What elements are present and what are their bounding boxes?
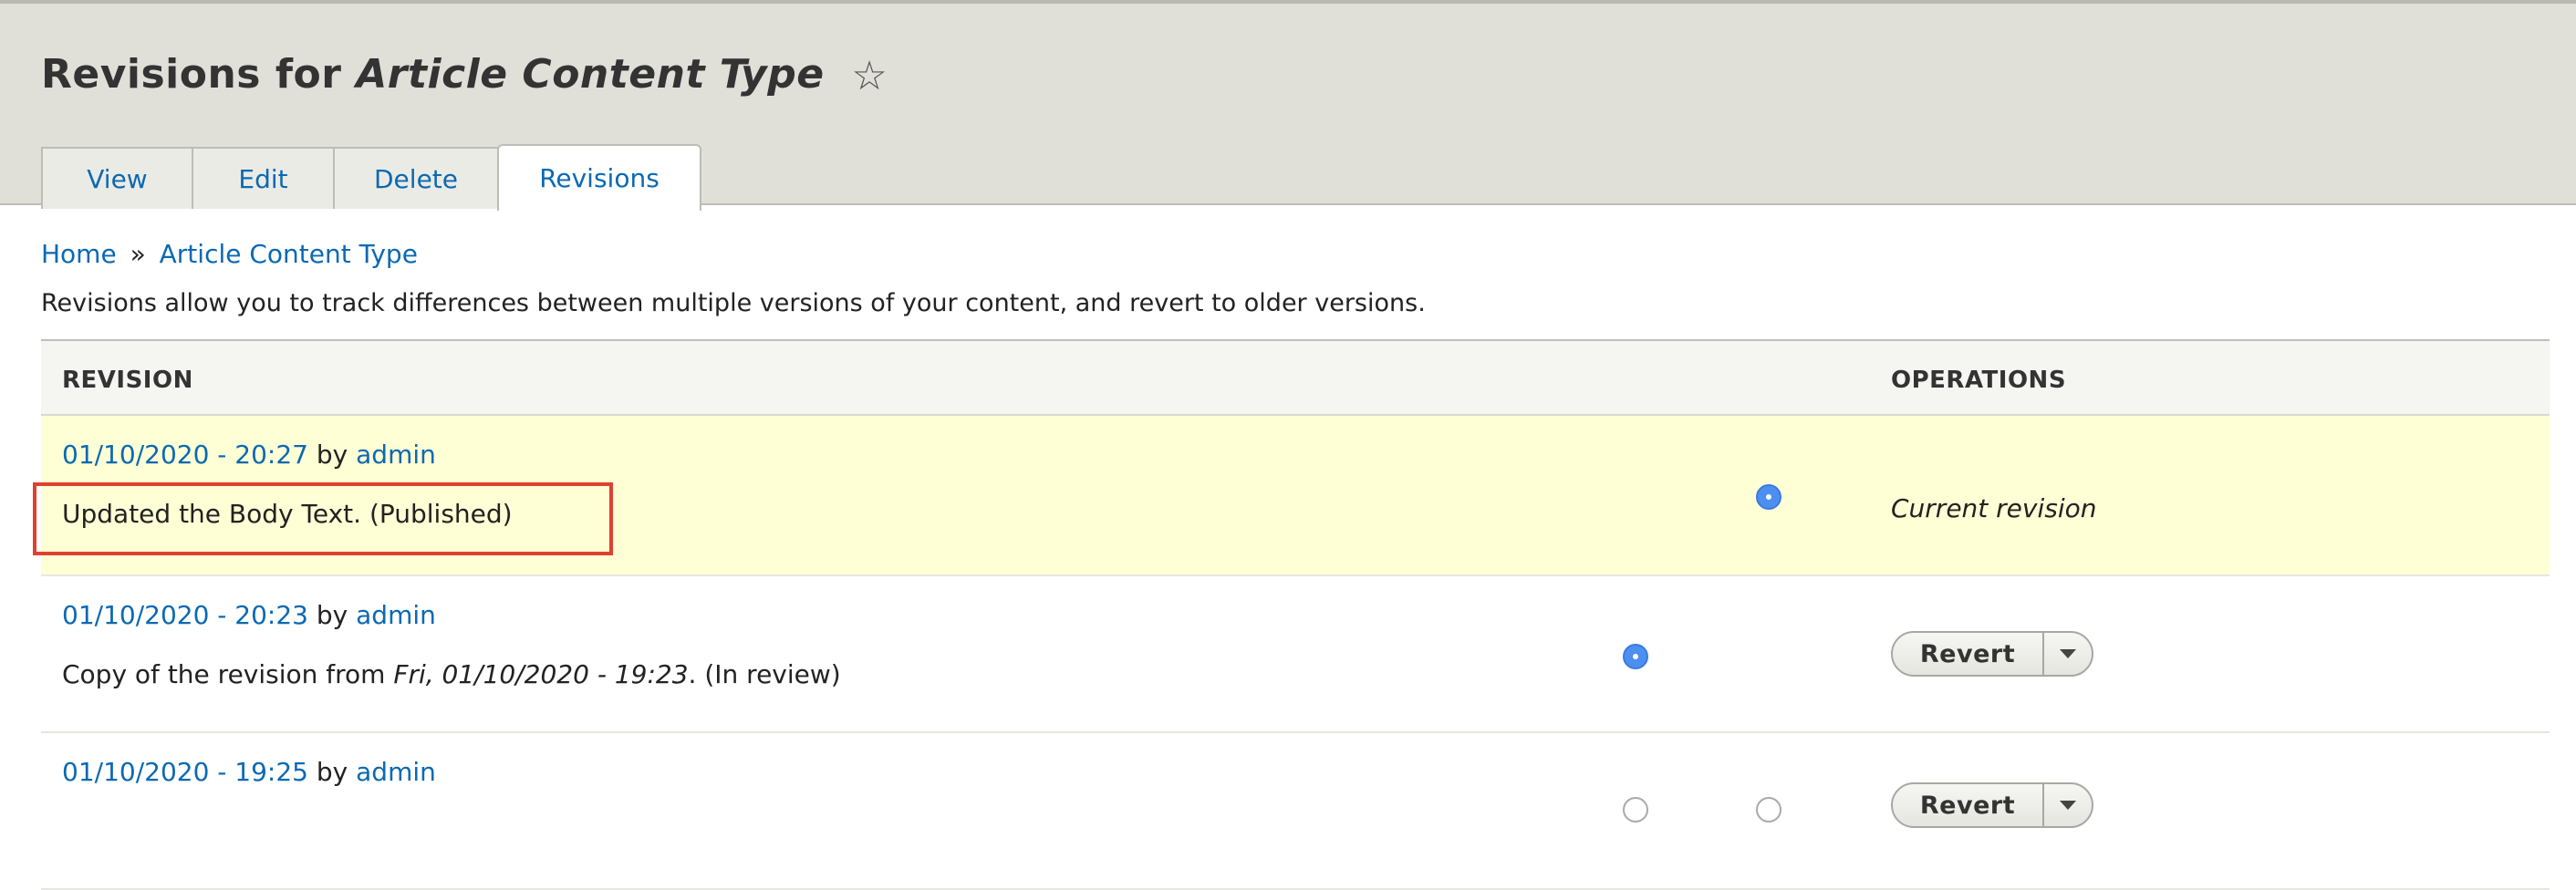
- revision-author-link[interactable]: admin: [356, 757, 436, 787]
- revision-by-text: by: [316, 757, 348, 787]
- revert-button[interactable]: Revert: [1893, 784, 2044, 826]
- compare-right-radio[interactable]: [1756, 797, 1781, 823]
- revision-log-message: Copy of the revision from Fri, 01/10/202…: [62, 659, 841, 689]
- tab-delete-label: Delete: [374, 163, 458, 194]
- column-header-operations: OPERATIONS: [1891, 367, 2067, 394]
- revision-meta: 01/10/2020 - 20:23 by admin: [62, 600, 436, 630]
- tab-view-label: View: [87, 163, 148, 194]
- breadcrumb-home-link[interactable]: Home: [41, 239, 117, 269]
- revision-by-text: by: [316, 440, 348, 470]
- breadcrumb-separator: »: [130, 239, 146, 269]
- chevron-down-icon: [2060, 801, 2076, 810]
- revision-date-link[interactable]: 01/10/2020 - 20:27: [62, 440, 308, 470]
- revert-dropbutton: Revert: [1891, 782, 2093, 828]
- compare-right-radio[interactable]: [1756, 484, 1781, 510]
- tab-revisions[interactable]: Revisions: [497, 144, 701, 211]
- revision-date-link[interactable]: 01/10/2020 - 19:25: [62, 757, 308, 787]
- operations-dropdown-toggle[interactable]: [2044, 784, 2092, 826]
- tab-edit-label: Edit: [238, 163, 288, 194]
- breadcrumb: Home » Article Content Type: [41, 239, 418, 269]
- star-icon[interactable]: ☆: [851, 53, 888, 99]
- tab-revisions-label: Revisions: [539, 163, 660, 193]
- tab-view[interactable]: View: [41, 147, 193, 209]
- compare-left-radio[interactable]: [1623, 644, 1648, 669]
- revision-date-link[interactable]: 01/10/2020 - 20:23: [62, 600, 308, 630]
- current-revision-label: Current revision: [1891, 493, 2097, 523]
- page-title: Revisions for Article Content Type ☆: [41, 51, 888, 99]
- revisions-table: REVISION OPERATIONS 01/10/2020 - 20:27 b…: [41, 339, 2550, 890]
- tab-delete[interactable]: Delete: [333, 147, 499, 209]
- revert-dropbutton: Revert: [1891, 631, 2093, 677]
- revision-author-link[interactable]: admin: [356, 440, 436, 470]
- table-header: REVISION OPERATIONS: [41, 341, 2550, 416]
- revision-log-source-date: Fri, 01/10/2020 - 19:23: [393, 659, 689, 689]
- table-row: 01/10/2020 - 20:27 by admin Updated the …: [41, 416, 2550, 576]
- revision-log-message: Updated the Body Text. (Published): [62, 499, 513, 529]
- revision-log-suffix: . (In review): [688, 659, 841, 689]
- page-title-prefix: Revisions for: [41, 51, 342, 98]
- revision-author-link[interactable]: admin: [356, 600, 436, 630]
- breadcrumb-current-link[interactable]: Article Content Type: [160, 239, 418, 269]
- revision-meta: 01/10/2020 - 20:27 by admin: [62, 440, 436, 470]
- column-header-revision: REVISION: [62, 367, 193, 394]
- table-row: 01/10/2020 - 20:23 by admin Copy of the …: [41, 576, 2550, 733]
- table-row: 01/10/2020 - 19:25 by admin Revert: [41, 733, 2550, 890]
- revision-log-prefix: Copy of the revision from: [62, 659, 386, 689]
- revision-by-text: by: [316, 600, 348, 630]
- page-title-entity: Article Content Type: [356, 51, 825, 98]
- compare-left-radio[interactable]: [1623, 797, 1648, 823]
- revert-button[interactable]: Revert: [1893, 633, 2044, 675]
- chevron-down-icon: [2060, 649, 2076, 658]
- revisions-description: Revisions allow you to track differences…: [41, 289, 1426, 317]
- page-header: Revisions for Article Content Type ☆ Vie…: [0, 0, 2576, 211]
- operations-dropdown-toggle[interactable]: [2044, 633, 2092, 675]
- tab-edit[interactable]: Edit: [192, 147, 335, 209]
- revision-meta: 01/10/2020 - 19:25 by admin: [62, 757, 436, 787]
